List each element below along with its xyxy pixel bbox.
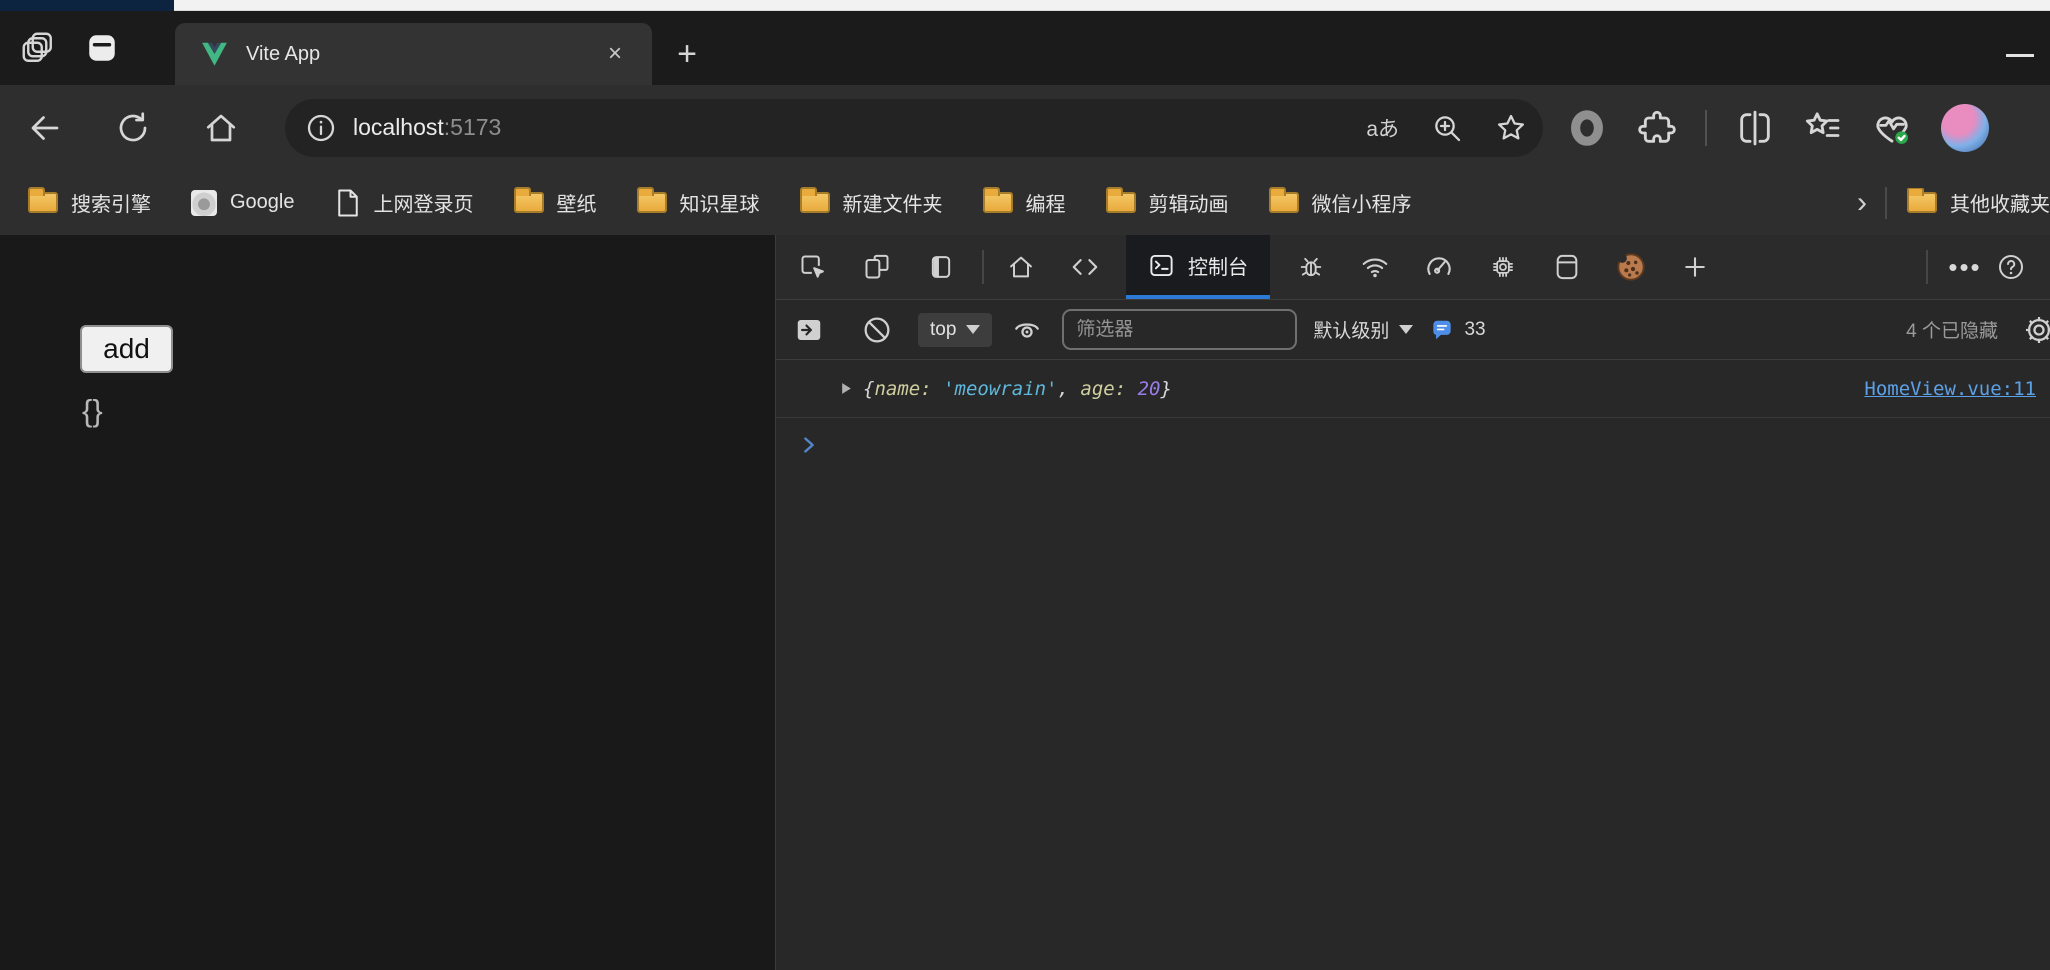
bookmark-folder-programming[interactable]: 编程 bbox=[982, 187, 1066, 217]
devtools-panel: 控制台 ••• top 筛选器 默认级别 33 4 个已隐藏 {name: 'm… bbox=[775, 235, 2050, 970]
performance-tab-icon[interactable] bbox=[1416, 245, 1462, 289]
home-button[interactable] bbox=[197, 104, 245, 152]
console-tab[interactable]: 控制台 bbox=[1126, 235, 1270, 299]
address-bar[interactable]: localhost:5173 aあ bbox=[285, 98, 1543, 157]
back-button[interactable] bbox=[21, 104, 69, 152]
vue-logo-icon bbox=[201, 42, 228, 67]
bookmark-google[interactable]: Google bbox=[191, 189, 295, 216]
folder-icon bbox=[1105, 187, 1136, 213]
site-info-icon[interactable] bbox=[305, 112, 337, 144]
extensions-icon[interactable] bbox=[1637, 108, 1677, 148]
folder-icon bbox=[636, 187, 667, 213]
url-port: :5173 bbox=[443, 114, 502, 140]
cookie-extension-icon[interactable] bbox=[1608, 245, 1654, 289]
bookmark-folder-video-editing[interactable]: 剪辑动画 bbox=[1105, 187, 1229, 217]
background-window-titlebar bbox=[174, 0, 2050, 11]
source-file-link[interactable]: HomeView.vue:11 bbox=[1864, 378, 2036, 400]
add-button[interactable]: add bbox=[80, 325, 173, 373]
bookmarks-bar: 搜索引擎 Google 上网登录页 壁纸 知识星球 新建文件夹 编程 剪辑动画 … bbox=[0, 170, 2050, 235]
console-message-count[interactable]: 33 bbox=[1429, 317, 1486, 343]
console-object-preview[interactable]: {name: 'meowrain', age: 20} bbox=[863, 378, 1172, 400]
folder-icon bbox=[1907, 188, 1937, 213]
settings-gear-icon[interactable] bbox=[2022, 313, 2050, 347]
bookmark-folder-wechat-miniprogram[interactable]: 微信小程序 bbox=[1268, 187, 1412, 217]
devtools-divider bbox=[1926, 250, 1928, 284]
console-icon bbox=[1148, 252, 1175, 279]
dock-side-icon[interactable] bbox=[918, 245, 964, 289]
console-prompt[interactable] bbox=[776, 418, 2050, 472]
web-page-viewport: add {} bbox=[0, 235, 775, 970]
folder-icon bbox=[982, 187, 1013, 213]
log-level-selector[interactable]: 默认级别 bbox=[1313, 316, 1414, 343]
devtools-divider bbox=[982, 250, 984, 284]
device-emulation-icon[interactable] bbox=[854, 245, 900, 289]
live-expression-eye-icon[interactable] bbox=[1008, 311, 1046, 349]
expand-triangle-icon[interactable] bbox=[840, 382, 853, 395]
zoom-icon[interactable] bbox=[1431, 112, 1463, 144]
folder-icon bbox=[799, 187, 830, 213]
javascript-context-selector[interactable]: top bbox=[918, 312, 993, 347]
new-tab-button[interactable]: + bbox=[664, 31, 710, 77]
console-filter-input[interactable] bbox=[1062, 309, 1298, 350]
favorite-star-icon[interactable] bbox=[1495, 112, 1527, 144]
devtools-help-icon[interactable] bbox=[1988, 245, 2034, 289]
tab-title: Vite App bbox=[246, 42, 321, 65]
google-favicon bbox=[191, 189, 217, 216]
chevron-down-icon bbox=[966, 325, 981, 334]
clear-console-icon[interactable] bbox=[858, 311, 896, 349]
page-icon bbox=[335, 188, 361, 218]
console-log-row: {name: 'meowrain', age: 20} HomeView.vue… bbox=[776, 360, 2050, 418]
loop-extension-icon[interactable] bbox=[1565, 106, 1609, 150]
background-window-edge bbox=[0, 0, 174, 11]
bookmark-folder-new-folder[interactable]: 新建文件夹 bbox=[799, 187, 943, 217]
bookmarks-overflow-chevron-icon[interactable]: › bbox=[1857, 186, 1867, 220]
more-tools-plus-icon[interactable] bbox=[1672, 245, 1718, 289]
window-minimize-button[interactable] bbox=[2006, 54, 2034, 57]
folder-icon bbox=[1268, 187, 1299, 213]
chevron-down-icon bbox=[1399, 325, 1414, 334]
bookmark-folder-zsxq[interactable]: 知识星球 bbox=[636, 187, 760, 217]
workspaces-icon[interactable] bbox=[16, 26, 60, 70]
bookmarks-divider bbox=[1885, 186, 1887, 219]
folder-icon bbox=[28, 187, 58, 213]
browser-essentials-icon[interactable] bbox=[1871, 107, 1913, 149]
message-bubble-icon bbox=[1429, 317, 1455, 343]
console-tab-label: 控制台 bbox=[1188, 256, 1248, 279]
tab-bar: Vite App × + bbox=[0, 11, 2050, 85]
hidden-messages-count[interactable]: 4 个已隐藏 bbox=[1906, 316, 1998, 343]
toolbar-divider bbox=[1705, 109, 1707, 146]
text-size-icon[interactable]: aあ bbox=[1366, 113, 1399, 143]
debugger-bug-icon[interactable] bbox=[1288, 245, 1334, 289]
devtools-tab-strip: 控制台 ••• bbox=[776, 235, 2050, 300]
bookmark-folder-wallpapers[interactable]: 壁纸 bbox=[513, 187, 597, 217]
tab-actions-icon[interactable] bbox=[80, 26, 124, 70]
favorites-list-icon[interactable] bbox=[1803, 108, 1843, 148]
network-tab-icon[interactable] bbox=[1352, 245, 1398, 289]
bookmark-folder-search-engines[interactable]: 搜索引擎 bbox=[28, 187, 151, 217]
welcome-tab-icon[interactable] bbox=[998, 245, 1044, 289]
console-toolbar: top 默认级别 bbox=[776, 300, 2050, 360]
browser-window: Vite App × + localhost:5173 aあ 搜索引擎 Goo… bbox=[0, 0, 2050, 970]
tab-vite-app[interactable]: Vite App × bbox=[175, 23, 652, 85]
prompt-chevron-icon bbox=[798, 434, 820, 456]
bookmark-login-page[interactable]: 上网登录页 bbox=[335, 188, 474, 218]
other-favorites-folder[interactable]: 其他收藏夹 bbox=[1907, 188, 2050, 217]
console-sidebar-icon[interactable] bbox=[790, 311, 828, 349]
memory-tab-icon[interactable] bbox=[1480, 245, 1526, 289]
tab-close-icon[interactable]: × bbox=[598, 37, 632, 71]
content-area: add {} 控制台 ••• top 筛选器 默认级别 33 4 个已隐藏 {n… bbox=[0, 235, 2050, 970]
url-host: localhost bbox=[353, 114, 444, 140]
reload-button[interactable] bbox=[109, 104, 157, 152]
elements-tab-icon[interactable] bbox=[1062, 245, 1108, 289]
inspect-element-icon[interactable] bbox=[790, 245, 836, 289]
folder-icon bbox=[513, 187, 544, 213]
application-tab-icon[interactable] bbox=[1544, 245, 1590, 289]
devtools-more-options-icon[interactable]: ••• bbox=[1942, 252, 1988, 283]
profile-avatar[interactable] bbox=[1941, 103, 1989, 152]
empty-object-text: {} bbox=[82, 393, 103, 428]
navigation-toolbar: localhost:5173 aあ bbox=[0, 85, 2050, 170]
split-screen-icon[interactable] bbox=[1735, 108, 1775, 148]
window-top-strip bbox=[0, 0, 2050, 11]
